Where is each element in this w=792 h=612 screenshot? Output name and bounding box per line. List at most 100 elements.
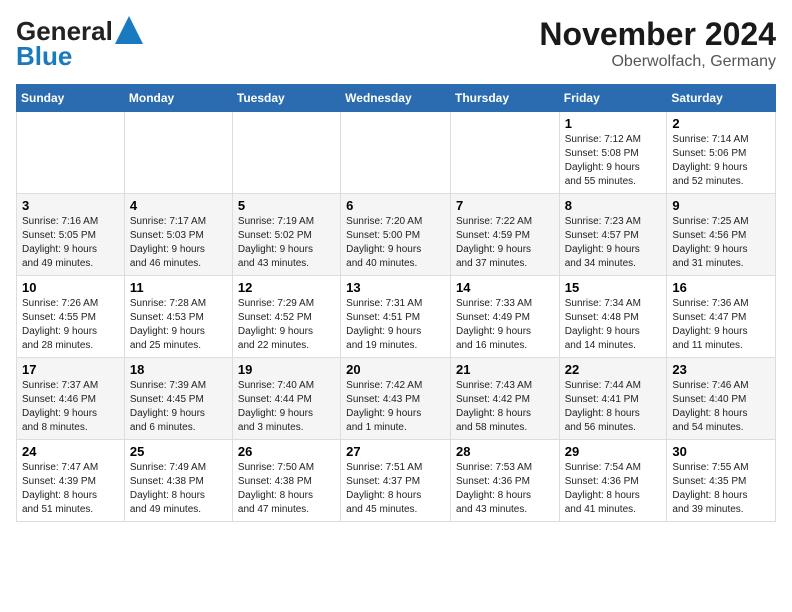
day-info: Sunrise: 7:12 AM Sunset: 5:08 PM Dayligh… bbox=[565, 133, 662, 189]
day-info: Sunrise: 7:51 AM Sunset: 4:37 PM Dayligh… bbox=[346, 461, 445, 517]
calendar-cell: 7 Sunrise: 7:22 AM Sunset: 4:59 PM Daylig… bbox=[450, 194, 559, 276]
calendar-week-row: 3 Sunrise: 7:16 AM Sunset: 5:05 PM Daylig… bbox=[17, 194, 776, 276]
day-info: Sunrise: 7:36 AM Sunset: 4:47 PM Dayligh… bbox=[672, 297, 770, 353]
calendar-cell: 13 Sunrise: 7:31 AM Sunset: 4:51 PM Dayli… bbox=[341, 276, 451, 358]
day-number: 14 bbox=[456, 280, 554, 295]
day-info: Sunrise: 7:31 AM Sunset: 4:51 PM Dayligh… bbox=[346, 297, 445, 353]
weekday-header: Thursday bbox=[450, 85, 559, 112]
day-info: Sunrise: 7:39 AM Sunset: 4:45 PM Dayligh… bbox=[130, 379, 227, 435]
day-info: Sunrise: 7:20 AM Sunset: 5:00 PM Dayligh… bbox=[346, 215, 445, 271]
weekday-header: Wednesday bbox=[341, 85, 451, 112]
calendar-cell bbox=[341, 112, 451, 194]
day-number: 23 bbox=[672, 362, 770, 377]
calendar-week-row: 1 Sunrise: 7:12 AM Sunset: 5:08 PM Daylig… bbox=[17, 112, 776, 194]
day-number: 7 bbox=[456, 198, 554, 213]
day-info: Sunrise: 7:26 AM Sunset: 4:55 PM Dayligh… bbox=[22, 297, 119, 353]
day-number: 11 bbox=[130, 280, 227, 295]
day-number: 4 bbox=[130, 198, 227, 213]
calendar-cell: 27 Sunrise: 7:51 AM Sunset: 4:37 PM Dayli… bbox=[341, 440, 451, 522]
day-number: 9 bbox=[672, 198, 770, 213]
calendar-cell: 29 Sunrise: 7:54 AM Sunset: 4:36 PM Dayli… bbox=[559, 440, 667, 522]
logo: General Blue bbox=[16, 16, 143, 72]
calendar-cell: 23 Sunrise: 7:46 AM Sunset: 4:40 PM Dayli… bbox=[667, 358, 776, 440]
day-number: 18 bbox=[130, 362, 227, 377]
day-number: 30 bbox=[672, 444, 770, 459]
day-number: 19 bbox=[238, 362, 335, 377]
calendar-cell: 21 Sunrise: 7:43 AM Sunset: 4:42 PM Dayli… bbox=[450, 358, 559, 440]
day-info: Sunrise: 7:22 AM Sunset: 4:59 PM Dayligh… bbox=[456, 215, 554, 271]
day-number: 6 bbox=[346, 198, 445, 213]
calendar-cell: 1 Sunrise: 7:12 AM Sunset: 5:08 PM Daylig… bbox=[559, 112, 667, 194]
day-number: 27 bbox=[346, 444, 445, 459]
day-number: 13 bbox=[346, 280, 445, 295]
month-title: November 2024 bbox=[539, 16, 776, 53]
calendar-cell: 19 Sunrise: 7:40 AM Sunset: 4:44 PM Dayli… bbox=[232, 358, 340, 440]
weekday-header: Sunday bbox=[17, 85, 125, 112]
day-info: Sunrise: 7:53 AM Sunset: 4:36 PM Dayligh… bbox=[456, 461, 554, 517]
calendar-cell: 24Sunrise: 7:47 AM Sunset: 4:39 PM Dayli… bbox=[17, 440, 125, 522]
day-number: 22 bbox=[565, 362, 662, 377]
day-info: Sunrise: 7:29 AM Sunset: 4:52 PM Dayligh… bbox=[238, 297, 335, 353]
weekday-header: Saturday bbox=[667, 85, 776, 112]
logo-triangle-icon bbox=[115, 16, 143, 44]
calendar-cell: 16 Sunrise: 7:36 AM Sunset: 4:47 PM Dayli… bbox=[667, 276, 776, 358]
calendar-cell bbox=[450, 112, 559, 194]
calendar-cell: 28Sunrise: 7:53 AM Sunset: 4:36 PM Dayli… bbox=[450, 440, 559, 522]
calendar-cell bbox=[232, 112, 340, 194]
calendar-cell: 6 Sunrise: 7:20 AM Sunset: 5:00 PM Daylig… bbox=[341, 194, 451, 276]
calendar-cell: 15 Sunrise: 7:34 AM Sunset: 4:48 PM Dayli… bbox=[559, 276, 667, 358]
day-number: 25 bbox=[130, 444, 227, 459]
day-info: Sunrise: 7:37 AM Sunset: 4:46 PM Dayligh… bbox=[22, 379, 119, 435]
calendar-cell: 25 Sunrise: 7:49 AM Sunset: 4:38 PM Dayli… bbox=[124, 440, 232, 522]
day-number: 20 bbox=[346, 362, 445, 377]
day-number: 3 bbox=[22, 198, 119, 213]
calendar-cell: 9 Sunrise: 7:25 AM Sunset: 4:56 PM Daylig… bbox=[667, 194, 776, 276]
day-number: 26 bbox=[238, 444, 335, 459]
day-number: 8 bbox=[565, 198, 662, 213]
day-info: Sunrise: 7:46 AM Sunset: 4:40 PM Dayligh… bbox=[672, 379, 770, 435]
day-info: Sunrise: 7:54 AM Sunset: 4:36 PM Dayligh… bbox=[565, 461, 662, 517]
calendar-cell: 17Sunrise: 7:37 AM Sunset: 4:46 PM Dayli… bbox=[17, 358, 125, 440]
day-info: Sunrise: 7:19 AM Sunset: 5:02 PM Dayligh… bbox=[238, 215, 335, 271]
day-info: Sunrise: 7:14 AM Sunset: 5:06 PM Dayligh… bbox=[672, 133, 770, 189]
day-info: Sunrise: 7:44 AM Sunset: 4:41 PM Dayligh… bbox=[565, 379, 662, 435]
calendar-cell: 12 Sunrise: 7:29 AM Sunset: 4:52 PM Dayli… bbox=[232, 276, 340, 358]
day-info: Sunrise: 7:16 AM Sunset: 5:05 PM Dayligh… bbox=[22, 215, 119, 271]
calendar-cell: 22 Sunrise: 7:44 AM Sunset: 4:41 PM Dayli… bbox=[559, 358, 667, 440]
calendar-cell: 3 Sunrise: 7:16 AM Sunset: 5:05 PM Daylig… bbox=[17, 194, 125, 276]
day-number: 1 bbox=[565, 116, 662, 131]
day-number: 10 bbox=[22, 280, 119, 295]
day-number: 2 bbox=[672, 116, 770, 131]
day-info: Sunrise: 7:42 AM Sunset: 4:43 PM Dayligh… bbox=[346, 379, 445, 435]
calendar-cell: 14 Sunrise: 7:33 AM Sunset: 4:49 PM Dayli… bbox=[450, 276, 559, 358]
day-number: 29 bbox=[565, 444, 662, 459]
day-info: Sunrise: 7:49 AM Sunset: 4:38 PM Dayligh… bbox=[130, 461, 227, 517]
weekday-header: Friday bbox=[559, 85, 667, 112]
calendar-header-row: SundayMondayTuesdayWednesdayThursdayFrid… bbox=[17, 85, 776, 112]
day-info: Sunrise: 7:40 AM Sunset: 4:44 PM Dayligh… bbox=[238, 379, 335, 435]
weekday-header: Tuesday bbox=[232, 85, 340, 112]
calendar-cell: 8Sunrise: 7:23 AM Sunset: 4:57 PM Daylig… bbox=[559, 194, 667, 276]
calendar-cell: 10 Sunrise: 7:26 AM Sunset: 4:55 PM Dayli… bbox=[17, 276, 125, 358]
calendar-cell: 5 Sunrise: 7:19 AM Sunset: 5:02 PM Daylig… bbox=[232, 194, 340, 276]
day-number: 12 bbox=[238, 280, 335, 295]
day-number: 16 bbox=[672, 280, 770, 295]
calendar-cell: 26 Sunrise: 7:50 AM Sunset: 4:38 PM Dayli… bbox=[232, 440, 340, 522]
calendar-week-row: 24Sunrise: 7:47 AM Sunset: 4:39 PM Dayli… bbox=[17, 440, 776, 522]
page-header: General Blue November 2024 Oberwolfach, … bbox=[16, 16, 776, 72]
day-info: Sunrise: 7:17 AM Sunset: 5:03 PM Dayligh… bbox=[130, 215, 227, 271]
day-info: Sunrise: 7:33 AM Sunset: 4:49 PM Dayligh… bbox=[456, 297, 554, 353]
calendar-week-row: 17Sunrise: 7:37 AM Sunset: 4:46 PM Dayli… bbox=[17, 358, 776, 440]
day-info: Sunrise: 7:43 AM Sunset: 4:42 PM Dayligh… bbox=[456, 379, 554, 435]
calendar-cell bbox=[17, 112, 125, 194]
day-number: 15 bbox=[565, 280, 662, 295]
day-number: 21 bbox=[456, 362, 554, 377]
calendar-cell: 20 Sunrise: 7:42 AM Sunset: 4:43 PM Dayli… bbox=[341, 358, 451, 440]
weekday-header: Monday bbox=[124, 85, 232, 112]
day-number: 5 bbox=[238, 198, 335, 213]
location-title: Oberwolfach, Germany bbox=[539, 53, 776, 71]
day-info: Sunrise: 7:25 AM Sunset: 4:56 PM Dayligh… bbox=[672, 215, 770, 271]
calendar-cell: 30Sunrise: 7:55 AM Sunset: 4:35 PM Dayli… bbox=[667, 440, 776, 522]
day-info: Sunrise: 7:34 AM Sunset: 4:48 PM Dayligh… bbox=[565, 297, 662, 353]
day-info: Sunrise: 7:50 AM Sunset: 4:38 PM Dayligh… bbox=[238, 461, 335, 517]
